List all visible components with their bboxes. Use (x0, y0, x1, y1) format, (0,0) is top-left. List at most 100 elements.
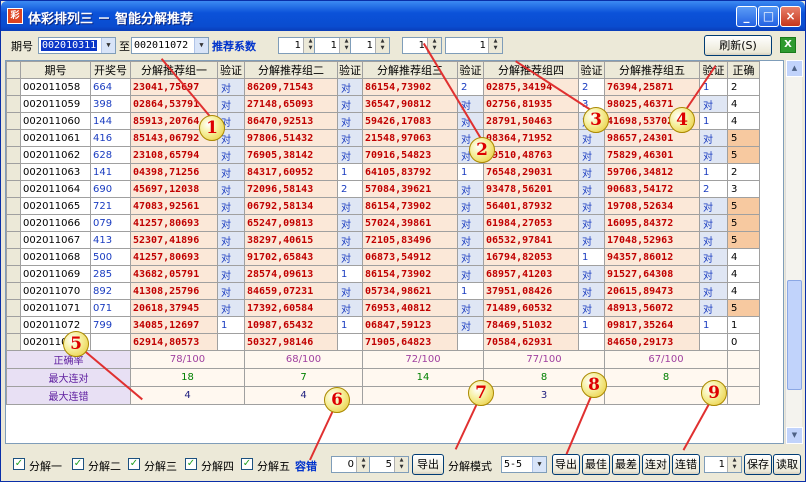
row-indicator (6, 180, 21, 198)
annotation-badge: 9 (701, 380, 727, 406)
cell-recommend: 56401,87932 (483, 197, 579, 215)
best-button[interactable]: 最佳 (582, 454, 610, 475)
cell-recommend: 91702,65843 (244, 248, 338, 266)
tolerance-from-spinner[interactable]: 0 ▲ ▼ (331, 456, 371, 473)
scroll-thumb[interactable] (787, 280, 802, 390)
streak-wrong-button[interactable]: 连错 (672, 454, 700, 475)
cell-recommend: 20615,89473 (604, 282, 700, 300)
column-header[interactable]: 验证 (578, 61, 605, 79)
check-1[interactable]: ✓ (13, 458, 25, 470)
chevron-down-icon[interactable]: ▼ (532, 457, 546, 472)
cell-recommend: 08364,71952 (483, 129, 579, 147)
cell-verify: 对 (578, 282, 605, 300)
stat-label: 最大连错 (6, 386, 131, 405)
table-row[interactable]: 002011070 892 41308,25796 对 84659,07231 对 0573… (6, 282, 760, 300)
coef-spinner-1[interactable]: 1 ▲ ▼ (278, 37, 318, 54)
period-from-combo[interactable]: 002010311 ▼ (38, 37, 116, 54)
count-spinner[interactable]: 1 ▲ ▼ (704, 456, 742, 473)
table-row[interactable]: 002011058 664 23041,75697 对 86209,71543 对 8615… (6, 78, 760, 96)
cell-recommend: 76905,38142 (244, 146, 338, 164)
cell-verify: 对 (578, 231, 605, 249)
column-header[interactable]: 验证 (337, 61, 363, 79)
table-row[interactable]: 002011064 690 45697,12038 对 72096,58143 2 5708… (6, 180, 760, 198)
cell-correct: 2 (727, 78, 760, 96)
cell-verify (217, 333, 245, 351)
column-header[interactable]: 正确 (727, 61, 760, 79)
annotation-badge: 7 (468, 380, 494, 406)
cell-verify: 对 (699, 299, 728, 317)
cell-recommend: 48913,56072 (604, 299, 700, 317)
annotation-badge: 1 (199, 115, 225, 141)
table-row[interactable]: 002011062 628 23108,65794 对 76905,38142 对 7091… (6, 146, 760, 164)
scroll-down-icon[interactable]: ▼ (786, 427, 803, 444)
cell-verify: 对 (217, 299, 245, 317)
cell-verify (337, 333, 363, 351)
coef-spinner-2[interactable]: 1 ▲ ▼ (314, 37, 354, 54)
scroll-up-icon[interactable]: ▲ (786, 60, 803, 77)
check-5[interactable]: ✓ (241, 458, 253, 470)
coef-spinner-5[interactable]: 1 ▲ ▼ (445, 37, 503, 54)
export2-button[interactable]: 导出 (552, 454, 580, 475)
cell-verify: 1 (699, 163, 728, 181)
excel-export-icon[interactable]: X (780, 37, 796, 53)
check-2[interactable]: ✓ (72, 458, 84, 470)
vertical-scrollbar[interactable]: ▲ ▼ (785, 60, 803, 444)
period-to-combo[interactable]: 002011072 ▼ (131, 37, 209, 54)
cell-verify: 1 (699, 316, 728, 334)
table-row[interactable]: 002011067 413 52307,41896 对 38297,40615 对 7210… (6, 231, 760, 249)
column-header[interactable]: 验证 (217, 61, 245, 79)
cell-correct: 5 (727, 299, 760, 317)
table-row[interactable]: 002011068 500 41257,80693 对 91702,65843 对 0687… (6, 248, 760, 266)
cell-recommend: 09817,35264 (604, 316, 700, 334)
table-row[interactable]: 002011069 285 43682,05791 对 28574,09613 1 8615… (6, 265, 760, 283)
stat-empty (727, 386, 760, 405)
cell-recommend: 86154,73902 (362, 78, 458, 96)
cell-period: 002011063 (20, 163, 91, 181)
table-row[interactable]: 002011073 62914,80573 50327,98146 71905,648… (6, 333, 760, 351)
cell-recommend: 57084,39621 (362, 180, 458, 198)
column-header[interactable]: 分解推荐组二 (244, 61, 338, 79)
table-row[interactable]: 002011060 144 85913,20764 对 86470,92513 对 5942… (6, 112, 760, 130)
mode-combo[interactable]: 5-5 ▼ (501, 456, 547, 473)
table-row[interactable]: 002011071 071 20618,37945 对 17392,60584 对 7695… (6, 299, 760, 317)
chevron-down-icon[interactable]: ▼ (194, 38, 208, 53)
check-3[interactable]: ✓ (128, 458, 140, 470)
coef-spinner-3[interactable]: 1 ▲ ▼ (350, 37, 390, 54)
table-row[interactable]: 002011072 799 34085,12697 1 10987,65432 1 0684… (6, 316, 760, 334)
table-row[interactable]: 002011059 398 02864,53791 对 27148,65093 对 3654… (6, 95, 760, 113)
load-button[interactable]: 读取 (773, 454, 801, 475)
cell-draw: 721 (90, 197, 131, 215)
cell-period: 002011064 (20, 180, 91, 198)
cell-recommend: 84650,29173 (604, 333, 700, 351)
chevron-down-icon[interactable]: ▼ (101, 38, 115, 53)
column-header[interactable]: 验证 (457, 61, 484, 79)
table-row[interactable]: 002011061 416 85143,06792 对 97806,51432 对 2154… (6, 129, 760, 147)
table-row[interactable]: 002011066 079 41257,80693 对 65247,09813 对 5702… (6, 214, 760, 232)
cell-verify: 对 (457, 299, 484, 317)
streak-right-button[interactable]: 连对 (642, 454, 670, 475)
maximize-icon[interactable]: □ (758, 6, 779, 27)
refresh-button[interactable]: 刷新(S) (704, 35, 772, 56)
worst-button[interactable]: 最差 (612, 454, 640, 475)
close-icon[interactable]: × (780, 6, 801, 27)
cell-verify: 对 (578, 180, 605, 198)
table-row[interactable]: 002011063 141 04398,71256 对 84317,60952 1 6410… (6, 163, 760, 181)
coef-spinner-4[interactable]: 1 ▲ ▼ (402, 37, 442, 54)
column-header[interactable]: 分解推荐组五 (604, 61, 700, 79)
export-button[interactable]: 导出 (412, 454, 444, 475)
cell-draw: 413 (90, 231, 131, 249)
period-label: 期号 (11, 40, 33, 53)
coef-label: 推荐系数 (212, 40, 256, 53)
minimize-icon[interactable]: _ (736, 6, 757, 27)
check-4[interactable]: ✓ (185, 458, 197, 470)
cell-recommend: 94357,86012 (604, 248, 700, 266)
cell-period: 002011069 (20, 265, 91, 283)
cell-recommend: 10987,65432 (244, 316, 338, 334)
column-header[interactable]: 期号 (20, 61, 91, 79)
tolerance-to-spinner[interactable]: 5 ▲ ▼ (369, 456, 409, 473)
cell-recommend: 06873,54912 (362, 248, 458, 266)
cell-verify (578, 333, 605, 351)
column-header[interactable]: 开奖号 (90, 61, 131, 79)
save-button[interactable]: 保存 (744, 454, 772, 475)
table-row[interactable]: 002011065 721 47083,92561 对 06792,58134 对 8615… (6, 197, 760, 215)
